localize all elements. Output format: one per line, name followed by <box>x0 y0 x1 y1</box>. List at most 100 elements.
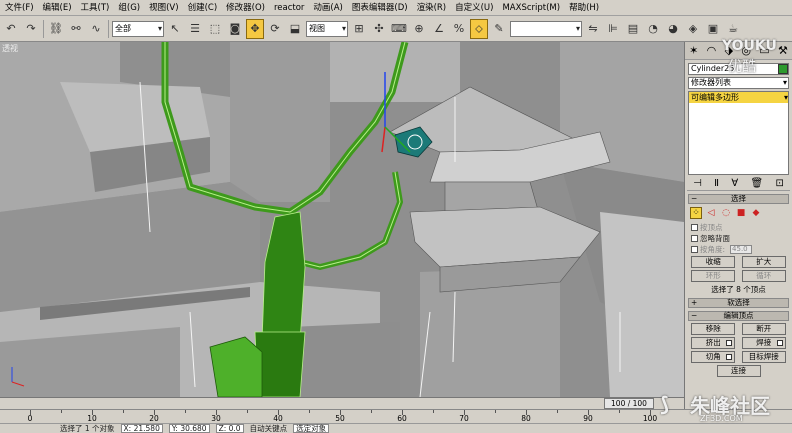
window-crossing-icon[interactable]: ◙ <box>226 19 244 39</box>
angle-spinner[interactable]: 45.0 <box>730 244 753 254</box>
menu-views[interactable]: 视图(V) <box>145 0 182 16</box>
chamfer-button[interactable]: 切角 <box>691 351 736 363</box>
select-and-move-icon[interactable]: ✥ <box>246 18 264 39</box>
utilities-tab-icon[interactable]: ⚒ <box>778 44 788 57</box>
viewport-label[interactable]: 透视 <box>2 43 18 54</box>
layer-manager-icon[interactable]: ▤ <box>624 19 642 39</box>
break-button[interactable]: 断开 <box>741 323 786 335</box>
mirror-icon[interactable]: ⇋ <box>584 19 602 39</box>
select-object-icon[interactable]: ↖ <box>166 19 184 39</box>
select-and-rotate-icon[interactable]: ⟳ <box>266 19 284 39</box>
selection-status-text: 选择了 8 个顶点 <box>711 285 766 294</box>
menu-graph-editors[interactable]: 图表编辑器(D) <box>348 0 412 16</box>
weld-settings-icon[interactable] <box>776 340 783 346</box>
stack-item-editable-poly[interactable]: 可编辑多边形 ▾ <box>689 92 788 103</box>
rectangular-selection-icon[interactable]: ⬚ <box>206 19 224 39</box>
modifier-list-dropdown[interactable]: 修改器列表 <box>688 77 789 89</box>
snaps-toggle-icon[interactable]: ⊕ <box>410 19 428 39</box>
reference-coordinate-dropdown[interactable]: 视图 <box>306 20 348 37</box>
edit-vertices-rollout-header[interactable]: − 编辑顶点 <box>688 311 789 321</box>
pin-stack-icon[interactable]: ⊣ <box>693 178 702 189</box>
bind-space-warp-icon[interactable]: ∿ <box>87 19 105 39</box>
object-color-swatch[interactable] <box>778 64 788 74</box>
grow-button[interactable]: 扩大 <box>741 256 786 268</box>
show-end-result-icon[interactable]: Ⅱ <box>714 178 719 189</box>
modify-tab-icon[interactable]: ◠ <box>707 44 717 57</box>
keyboard-shortcut-icon[interactable]: ⌨ <box>390 19 408 39</box>
material-editor-icon[interactable]: ◕ <box>664 19 682 39</box>
menu-tools[interactable]: 工具(T) <box>77 0 114 16</box>
make-unique-icon[interactable]: ∀ <box>731 178 738 189</box>
remove-modifier-icon[interactable]: 🗑 <box>750 178 763 189</box>
curve-editor-icon[interactable]: ◔ <box>644 19 662 39</box>
remove-button[interactable]: 移除 <box>691 323 736 335</box>
vertex-mode-icon[interactable]: ⁘ <box>690 207 702 219</box>
render-frame-icon[interactable]: ▣ <box>704 19 722 39</box>
checkbox-label: 按顶点 <box>700 222 723 232</box>
configure-modifier-sets-icon[interactable]: ⊡ <box>775 178 783 189</box>
ruler-label: 80 <box>521 414 531 423</box>
x-coordinate-field[interactable]: X: 21.580 <box>120 424 163 433</box>
angle-snap-icon[interactable]: ∠ <box>430 19 448 39</box>
polygon-mode-icon[interactable]: ■ <box>735 207 747 219</box>
manipulate-icon[interactable]: ✣ <box>370 19 388 39</box>
chamfer-label: 切角 <box>705 352 721 361</box>
border-mode-icon[interactable]: ◌ <box>720 207 732 219</box>
time-slider[interactable]: 100 / 100 <box>604 398 654 409</box>
create-tab-icon[interactable]: ✶ <box>689 44 698 57</box>
by-angle-checkbox[interactable]: 按角度: 45.0 <box>691 244 786 254</box>
redo-icon[interactable]: ↷ <box>22 19 40 39</box>
connect-button[interactable]: 连接 <box>716 365 761 377</box>
unlink-icon[interactable]: ⚯ <box>67 19 85 39</box>
track-bar[interactable]: 0 10 20 30 40 50 60 70 80 90 100 <box>0 409 792 423</box>
edge-mode-icon[interactable]: ◁ <box>705 207 717 219</box>
named-selection-sets-dropdown[interactable] <box>510 20 582 37</box>
time-slider-track[interactable]: 100 / 100 <box>0 397 684 409</box>
loop-button[interactable]: 循环 <box>741 270 786 282</box>
extrude-label: 挤出 <box>705 338 721 347</box>
menu-maxscript[interactable]: MAXScript(M) <box>498 0 564 16</box>
menu-create[interactable]: 创建(C) <box>184 0 222 16</box>
chamfer-settings-icon[interactable] <box>726 354 733 360</box>
menu-modifiers[interactable]: 修改器(O) <box>222 0 269 16</box>
element-mode-icon[interactable]: ◆ <box>750 207 762 219</box>
pivot-center-icon[interactable]: ⊞ <box>350 19 368 39</box>
ruler-tick <box>557 410 558 413</box>
selection-rollout-header[interactable]: − 选择 <box>688 194 789 204</box>
undo-icon[interactable]: ↶ <box>2 19 20 39</box>
extrude-button[interactable]: 挤出 <box>691 337 736 349</box>
edit-named-selection-icon[interactable]: ✎ <box>490 19 508 39</box>
menu-help[interactable]: 帮助(H) <box>565 0 603 16</box>
spinner-snap-icon[interactable]: ⬦ <box>470 18 488 39</box>
percent-snap-icon[interactable]: % <box>450 19 468 39</box>
soft-selection-rollout-header[interactable]: + 软选择 <box>688 298 789 308</box>
extrude-settings-icon[interactable] <box>726 340 733 346</box>
menu-file[interactable]: 文件(F) <box>1 0 38 16</box>
menu-customize[interactable]: 自定义(U) <box>451 0 497 16</box>
menu-group[interactable]: 组(G) <box>114 0 144 16</box>
link-icon[interactable]: ⛓ <box>47 19 65 39</box>
ignore-backfacing-checkbox[interactable]: 忽略背面 <box>691 233 786 243</box>
perspective-viewport[interactable]: 透视 <box>0 42 684 397</box>
z-coordinate-field[interactable]: Z: 0.0 <box>215 424 244 433</box>
align-icon[interactable]: ⊫ <box>604 19 622 39</box>
shrink-button[interactable]: 收缩 <box>691 256 736 268</box>
menu-rendering[interactable]: 渲染(R) <box>413 0 451 16</box>
menu-reactor[interactable]: reactor <box>270 0 308 16</box>
select-by-name-icon[interactable]: ☰ <box>186 19 204 39</box>
key-filter-dropdown[interactable]: 选定对象 <box>293 424 330 433</box>
menu-animation[interactable]: 动画(A) <box>309 0 346 16</box>
selection-filter-dropdown[interactable]: 全部 <box>112 20 164 37</box>
subobject-buttons: ⁘ ◁ ◌ ■ ◆ <box>690 207 787 219</box>
auto-key-label[interactable]: 自动关键点 <box>250 424 288 433</box>
target-weld-button[interactable]: 目标焊接 <box>741 351 786 363</box>
weld-button[interactable]: 焊接 <box>741 337 786 349</box>
select-and-scale-icon[interactable]: ⬓ <box>286 19 304 39</box>
stack-expand-icon[interactable]: ▾ <box>784 92 788 103</box>
menu-edit[interactable]: 编辑(E) <box>39 0 76 16</box>
render-setup-icon[interactable]: ◈ <box>684 19 702 39</box>
quick-render-icon[interactable]: ☕ <box>724 19 742 39</box>
ring-button[interactable]: 环形 <box>691 270 736 282</box>
by-vertex-checkbox[interactable]: 按顶点 <box>691 222 786 232</box>
y-coordinate-field[interactable]: Y: 30.680 <box>168 424 210 433</box>
